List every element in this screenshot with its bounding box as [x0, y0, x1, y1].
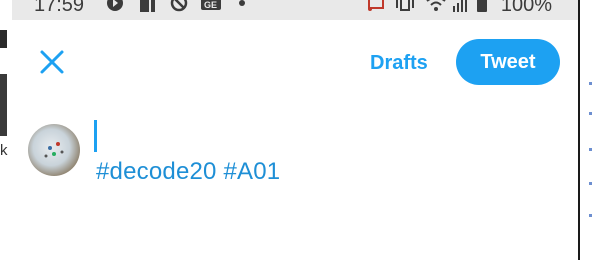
battery-percent: 100% — [500, 0, 552, 16]
cast-icon — [368, 0, 384, 11]
background-mark — [589, 148, 592, 151]
svg-text:GE: GE — [204, 0, 217, 10]
status-time: 17:59 — [34, 0, 85, 16]
background-right-edge — [578, 0, 596, 260]
background-text: k — [0, 142, 8, 159]
blocked-icon — [170, 0, 188, 12]
background-block — [0, 74, 7, 136]
avatar-image — [44, 142, 64, 158]
background-mark — [589, 214, 592, 217]
sim-icon — [140, 0, 155, 12]
dot-icon — [239, 0, 245, 6]
compose-tweet-screen: Drafts Tweet #decode20 #A01 — [12, 20, 578, 260]
avatar[interactable] — [28, 124, 80, 176]
battery-icon — [477, 0, 487, 12]
text-cursor — [94, 120, 97, 152]
background-block — [0, 30, 7, 48]
signal-icon — [453, 0, 467, 12]
drafts-button[interactable]: Drafts — [370, 52, 428, 75]
ge-icon: GE — [201, 0, 221, 10]
background-mark — [589, 82, 592, 85]
tweet-button[interactable]: Tweet — [456, 39, 560, 85]
youtube-icon — [107, 0, 123, 11]
background-mark — [589, 112, 592, 115]
background-mark — [589, 182, 592, 185]
wifi-icon — [426, 0, 446, 11]
background-left-edge: k — [0, 0, 12, 260]
vibrate-icon — [396, 0, 414, 11]
status-bar: 17:59 GE 100% — [12, 0, 578, 20]
tweet-text-input[interactable]: #decode20 #A01 — [96, 158, 280, 186]
close-icon[interactable] — [38, 48, 66, 76]
